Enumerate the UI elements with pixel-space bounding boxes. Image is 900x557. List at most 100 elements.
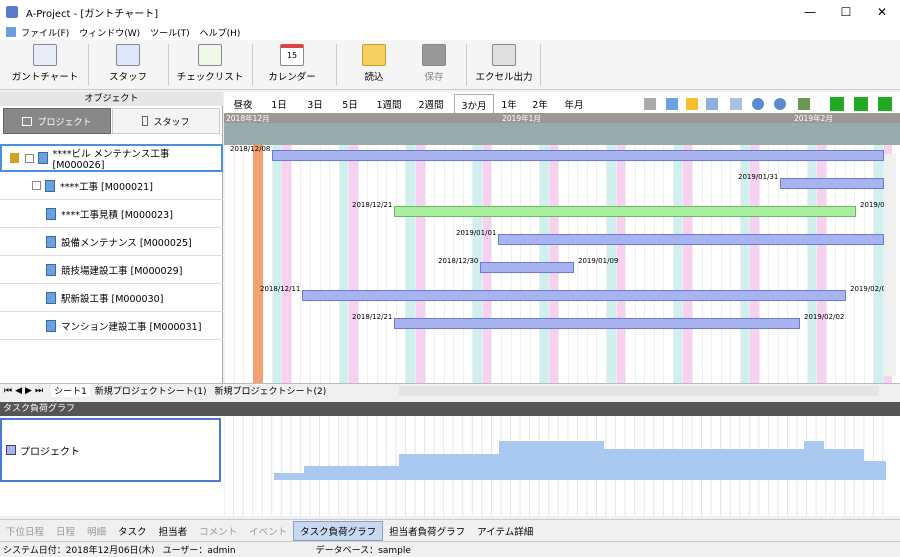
expand-icon[interactable] [32,181,41,190]
eraser-icon[interactable] [644,98,656,110]
task-bar[interactable] [480,262,574,273]
calendar-button[interactable]: 15 カレンダー [256,42,328,88]
day-column [415,145,425,383]
scale-tab[interactable]: 昼夜 [228,94,258,114]
scale-tab[interactable]: 2週間 [412,94,450,114]
tab-schedule[interactable]: 日程 [50,521,81,541]
load-area [274,441,886,480]
sheet-tab[interactable]: シート1 [51,384,90,397]
expand-icon[interactable] [24,153,34,163]
day-header [224,123,900,145]
project-row[interactable]: ****ビル メンテナンス工事 [M000026] [0,144,223,172]
fit-icon[interactable] [798,98,810,110]
minimize-button[interactable]: — [792,0,828,24]
lightning-icon[interactable] [686,98,698,110]
task-bar[interactable] [498,234,884,245]
close-button[interactable]: ✕ [864,0,900,24]
task-start-date: 2018/12/30 [438,257,479,265]
project-row[interactable]: ****工事見積 [M000023] [0,200,223,228]
tab-assignee-load-graph[interactable]: 担当者負荷グラフ [383,521,471,541]
sheet-nav-prev[interactable]: ◀ [15,386,22,396]
tab-project[interactable]: プロジェクト [3,108,111,134]
tab-sub-schedule[interactable]: 下位日程 [0,521,50,541]
sheet-nav-last[interactable]: ⏭ [35,386,43,396]
scale-tab[interactable]: 1週間 [370,94,408,114]
day-column [663,145,673,383]
task-start-date: 2019/01/01 [456,229,497,237]
tab-details[interactable]: 明細 [81,521,112,541]
scale-tab[interactable]: 5日 [334,94,366,114]
tab-task-load-graph[interactable]: タスク負荷グラフ [293,520,384,541]
task-bar[interactable] [302,290,846,301]
load-button[interactable]: 読込 [346,42,402,88]
tab-comment[interactable]: コメント [193,521,243,541]
day-column [653,145,664,383]
sheet-tab[interactable]: 新規プロジェクトシート(1) [92,384,210,397]
day-column [672,145,683,383]
day-column [271,145,282,383]
day-column [691,145,702,383]
menu-tools[interactable]: ツール(T) [145,26,195,39]
project-row[interactable]: 設備メンテナンス [M000025] [0,228,223,256]
status-user: ユーザー：admin [162,546,236,556]
task-bar[interactable] [394,206,856,217]
sheet-nav-next[interactable]: ▶ [25,386,32,396]
task-bar[interactable] [780,178,884,189]
excel-export-button[interactable]: エクセル出力 [470,42,538,88]
tab-staff[interactable]: スタッフ [112,108,220,134]
day-column [634,145,645,383]
sheet-tab[interactable]: 新規プロジェクトシート(2) [212,384,330,397]
project-row[interactable]: 競技場建設工事 [M000029] [0,256,223,284]
day-column [357,145,368,383]
project-name: マンション建設工事 [M000031] [61,321,202,333]
arrow-right-icon[interactable] [878,97,892,111]
save-button[interactable]: 保存 [408,42,460,88]
project-icon [45,179,55,192]
checklist-button[interactable]: チェックリスト [172,42,248,88]
sheet-nav-first[interactable]: ⏮ [4,386,12,396]
day-column [424,145,435,383]
project-row[interactable]: 駅新設工事 [M000030] [0,284,223,312]
task-bar[interactable] [272,150,884,161]
scale-tab[interactable]: 3日 [300,94,330,114]
scale-tab[interactable]: 年月 [558,94,590,114]
task-bar[interactable] [394,318,800,329]
project-row[interactable]: ****工事 [M000021] [0,172,223,200]
day-column [224,145,234,383]
zoom-out-icon[interactable] [774,98,786,110]
gantt-tools [634,95,896,113]
scale-tab[interactable]: 1日 [262,94,296,114]
project-icon [37,152,48,164]
preview-icon[interactable] [730,98,742,110]
scale-tab[interactable]: 2年 [526,94,554,114]
task-end-date: 2019/01/09 [578,257,619,265]
tab-task[interactable]: タスク [112,521,153,541]
project-icon [46,235,56,248]
zoom-in-icon[interactable] [752,98,764,110]
gantt-chart-button[interactable]: ガントチャート [6,42,84,88]
project-icon [46,319,56,332]
menu-file[interactable]: ファイル(F) [16,26,74,39]
status-database: データベース：sample [315,546,411,556]
tab-assignee[interactable]: 担当者 [153,521,194,541]
project-row[interactable]: マンション建設工事 [M000031] [0,312,223,340]
day-column [262,145,272,383]
staff-button[interactable]: スタッフ [92,42,164,88]
checklist-icon [198,44,222,66]
grid-icon[interactable] [706,98,718,110]
arrow-left-icon[interactable] [854,97,868,111]
tab-event[interactable]: イベント [243,521,293,541]
menu-window[interactable]: ウィンドウ(W) [74,26,145,39]
day-column [644,145,654,383]
vertical-scrollbar[interactable] [884,154,896,376]
scale-tab[interactable]: 3か月 [454,94,494,114]
tab-item-details[interactable]: アイテム詳細 [471,521,539,541]
maximize-button[interactable]: ☐ [828,0,864,24]
menu-help[interactable]: ヘルプ(H) [195,26,246,39]
pause-icon[interactable] [830,97,844,111]
window-icon[interactable] [666,98,678,110]
scale-tab[interactable]: 1年 [496,94,522,114]
horizontal-scrollbar[interactable] [399,385,880,396]
day-column [319,145,330,383]
day-column [300,145,310,383]
